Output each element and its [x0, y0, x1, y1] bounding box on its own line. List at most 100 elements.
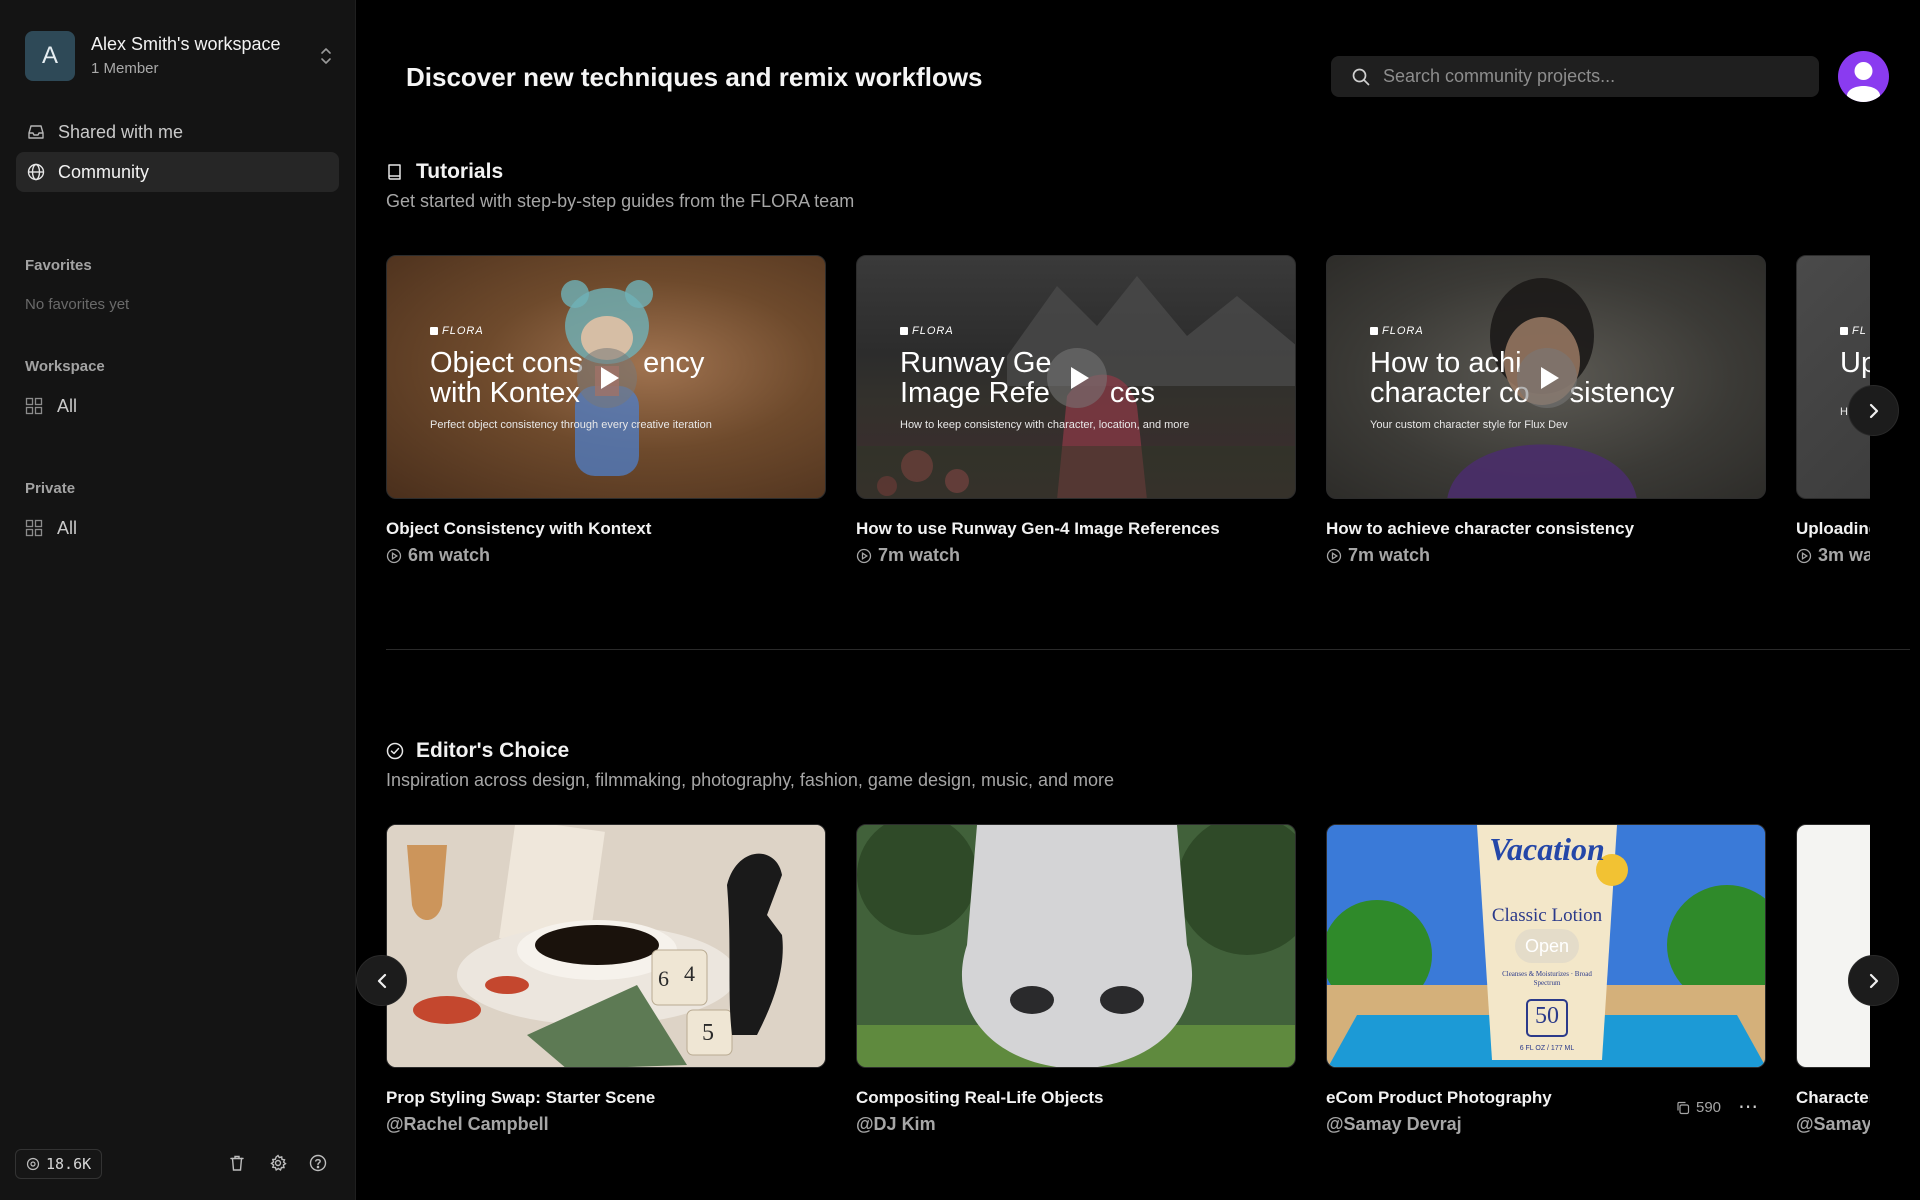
editors-choice-carousel: 6 4 5 Prop Styling Swap: Starter Scene @…: [386, 824, 1870, 1144]
project-thumbnail[interactable]: [1796, 824, 1870, 1068]
favorites-empty: No favorites yet: [25, 296, 130, 313]
check-circle-icon: [386, 742, 404, 760]
card-title: Prop Styling Swap: Starter Scene: [386, 1088, 656, 1107]
tutorial-thumbnail[interactable]: FLORA How to achi character co sistency Yo…: [1326, 255, 1766, 499]
card-title: Uploading: [1796, 519, 1870, 538]
tutorials-carousel: FLORA Object cons ency with Kontex Perfect…: [386, 255, 1870, 575]
duration-text: 7m watch: [1348, 545, 1431, 565]
private-all[interactable]: All: [25, 518, 77, 539]
card-duration: 7m watch: [856, 545, 1296, 566]
tutorials-subtitle: Get started with step-by-step guides fro…: [386, 191, 855, 211]
tutorials-title: Tutorials: [416, 160, 504, 183]
card-author[interactable]: @Samay Devraj: [1326, 1114, 1766, 1135]
flora-logo: FLORA: [1370, 325, 1424, 337]
workspace-members: 1 Member: [91, 60, 159, 77]
duration-text: 7m watch: [878, 545, 961, 565]
user-avatar[interactable]: [1838, 51, 1889, 102]
tutorial-thumbnail[interactable]: FLORA Object cons ency with Kontex Perfect…: [386, 255, 826, 499]
chevron-right-icon: [1869, 973, 1878, 988]
bottle-fine-text: Cleanses & Moisturizes · Broad Spectrum: [1502, 970, 1592, 987]
credits-badge[interactable]: 18.6K: [15, 1149, 103, 1179]
remix-count-value: 590: [1696, 1099, 1722, 1116]
workspace-name: Alex Smith's workspace: [91, 34, 281, 54]
chevron-up-down-icon[interactable]: [317, 46, 335, 66]
credits-icon: [26, 1157, 40, 1171]
tutorial-thumbnail[interactable]: FL Up Ho: [1796, 255, 1870, 499]
help-icon[interactable]: [307, 1152, 329, 1174]
remix-count: 590: [1676, 1099, 1721, 1116]
tutorials-next-button[interactable]: [1848, 385, 1899, 436]
nav-shared-label: Shared with me: [58, 121, 184, 142]
duration-text: 6m watch: [408, 545, 491, 565]
thumbnail-heading-line-1: Runway Ge: [900, 347, 1052, 379]
project-thumbnail[interactable]: Vacation Classic Lotion Cleanses & Moist…: [1326, 824, 1766, 1068]
bottle-line-text: Classic Lotion: [1491, 905, 1603, 926]
thumbnail-heading-line-1: Object cons: [430, 347, 584, 379]
globe-icon: [26, 162, 46, 182]
tutorial-thumbnail[interactable]: FLORA Runway Ge Image Refe ces How to keep…: [856, 255, 1296, 499]
dice-face-4: 4: [684, 961, 695, 986]
trash-icon[interactable]: [226, 1152, 248, 1174]
search-bar[interactable]: [1331, 56, 1819, 97]
search-icon: [1351, 67, 1371, 87]
project-card[interactable]: Vacation Classic Lotion Cleanses & Moist…: [1326, 824, 1766, 1135]
tutorial-card[interactable]: FLORA Object cons ency with Kontex Perfect…: [386, 255, 826, 566]
play-circle-icon: [1796, 548, 1812, 564]
copy-icon: [1676, 1101, 1690, 1115]
project-card[interactable]: 6 4 5 Prop Styling Swap: Starter Scene @…: [386, 824, 826, 1135]
project-thumbnail[interactable]: 6 4 5: [386, 824, 826, 1068]
play-icon[interactable]: [1047, 348, 1107, 408]
nav-community[interactable]: Community: [16, 152, 339, 192]
bottle-size-text: 6 FL OZ / 177 ML: [1519, 1045, 1575, 1052]
card-author[interactable]: @Rachel Campbell: [386, 1114, 826, 1135]
page-title: Discover new techniques and remix workfl…: [406, 62, 983, 92]
play-icon[interactable]: [577, 348, 637, 408]
card-title: How to achieve character consistency: [1326, 519, 1635, 538]
thumbnail-tagline: Your custom character style for Flux Dev: [1370, 419, 1568, 431]
workspace-all[interactable]: All: [25, 396, 77, 417]
dice-face-5: 5: [702, 1020, 714, 1046]
card-author[interactable]: @DJ Kim: [856, 1114, 1296, 1135]
grid-icon: [25, 519, 45, 539]
thumbnail-heading: Runway Ge Image Refe ces: [900, 348, 1155, 408]
editors-choice-next-button[interactable]: [1848, 955, 1899, 1006]
project-card[interactable]: Compositing Real-Life Objects @DJ Kim: [856, 824, 1296, 1135]
open-button[interactable]: Open: [1515, 929, 1579, 963]
flora-logo-text: FLORA: [912, 325, 954, 337]
more-options-icon[interactable]: ⋯: [1738, 1094, 1758, 1119]
book-icon: [386, 163, 404, 181]
play-icon[interactable]: [1517, 348, 1577, 408]
workspace-switcher[interactable]: A Alex Smith's workspace 1 Member: [25, 30, 331, 82]
card-title: Character: [1796, 1088, 1870, 1107]
thumbnail-heading-line-2b: sistency: [1569, 377, 1675, 409]
thumbnail-heading-line-1b: ency: [643, 347, 705, 379]
play-circle-icon: [1326, 548, 1342, 564]
gear-icon[interactable]: [267, 1152, 289, 1174]
private-section-label: Private: [25, 480, 76, 497]
editors-choice-prev-button[interactable]: [356, 955, 407, 1006]
flora-logo-text: FLORA: [442, 325, 484, 337]
flora-logo: FL: [1840, 325, 1867, 337]
card-title: How to use Runway Gen-4 Image References: [856, 519, 1220, 538]
flora-logo: FLORA: [900, 325, 954, 337]
search-input[interactable]: [1383, 66, 1783, 87]
card-title: Compositing Real-Life Objects: [856, 1088, 1104, 1107]
card-duration: 3m wa: [1796, 545, 1870, 566]
coffee-dice-image: [387, 825, 825, 1067]
chevron-right-icon: [1869, 403, 1878, 418]
editors-choice-subtitle: Inspiration across design, filmmaking, p…: [386, 770, 1115, 790]
private-all-label: All: [57, 518, 78, 538]
credits-value: 18.6K: [46, 1155, 92, 1173]
project-thumbnail[interactable]: [856, 824, 1296, 1068]
tutorial-card[interactable]: FLORA Runway Ge Image Refe ces How to keep…: [856, 255, 1296, 566]
chevron-left-icon: [377, 973, 386, 988]
editors-choice-heading: Editor's Choice: [386, 739, 569, 763]
nose-sculpture-image: [857, 825, 1295, 1067]
card-duration: 7m watch: [1326, 545, 1766, 566]
tutorial-card[interactable]: FLORA How to achi character co sistency Yo…: [1326, 255, 1766, 566]
card-author[interactable]: @Samay: [1796, 1114, 1870, 1135]
play-circle-icon: [386, 548, 402, 564]
nav-shared-with-me[interactable]: Shared with me: [16, 112, 339, 152]
nav-community-label: Community: [58, 161, 150, 182]
card-title: Object Consistency with Kontext: [386, 519, 652, 538]
